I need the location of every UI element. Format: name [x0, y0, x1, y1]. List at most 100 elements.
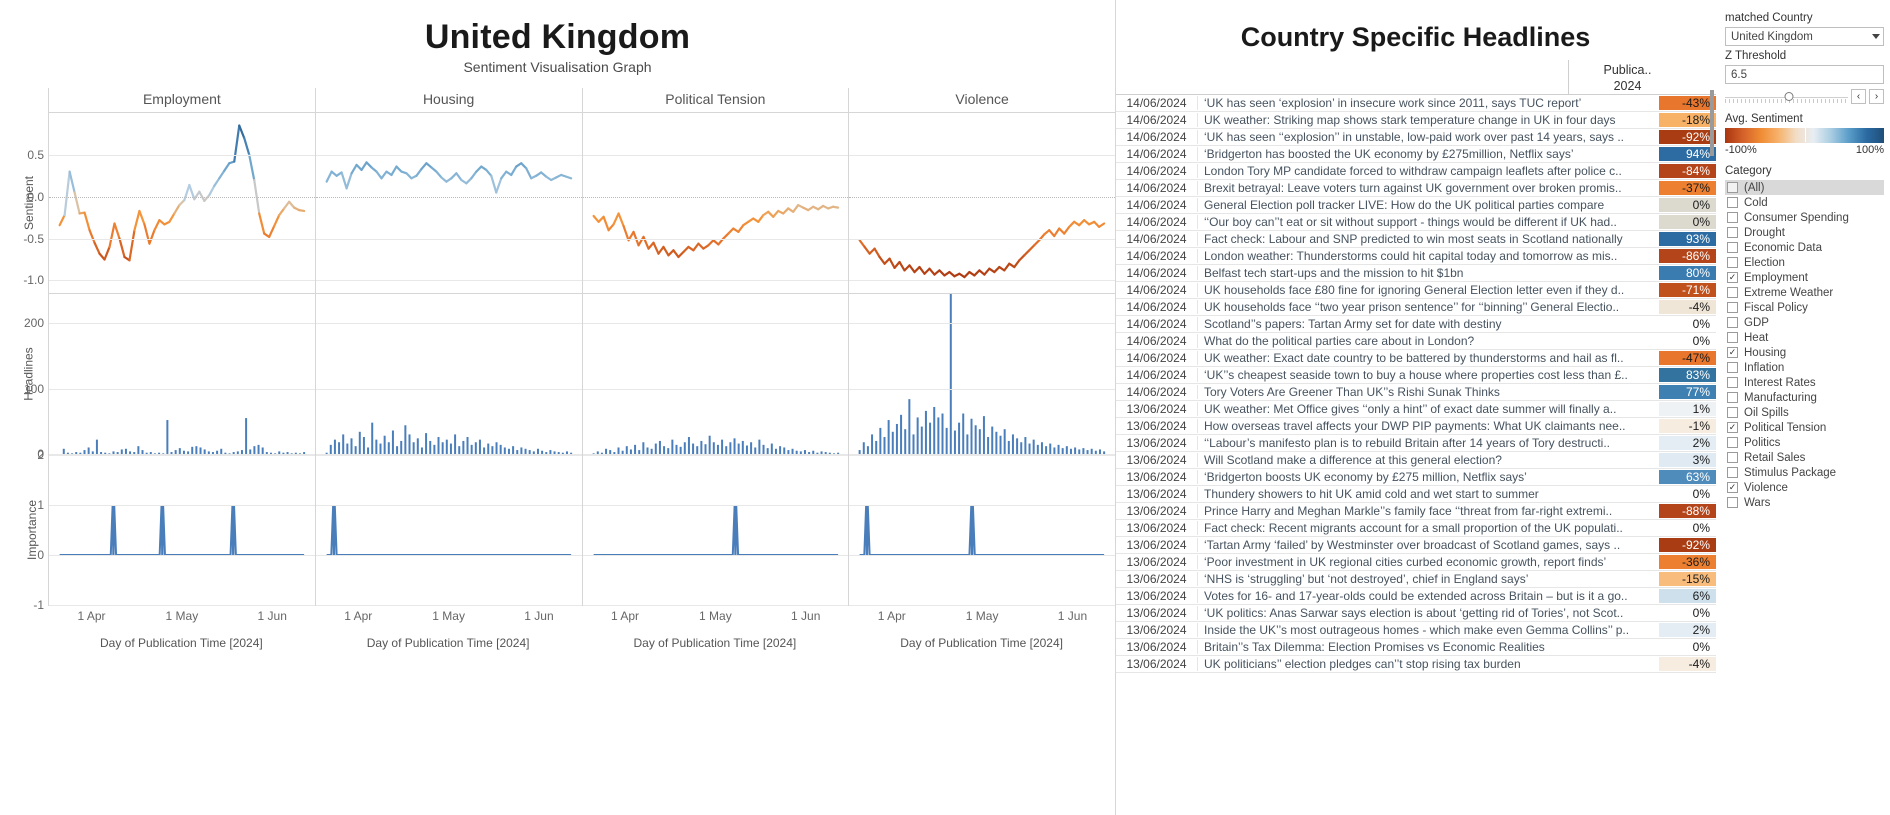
checkbox-icon[interactable] [1727, 437, 1738, 448]
category-item-oil-spills[interactable]: Oil Spills [1725, 405, 1884, 420]
table-row[interactable]: 14/06/2024 UK weather: Striking map shows… [1116, 112, 1716, 129]
category-item-retail-sales[interactable]: Retail Sales [1725, 450, 1884, 465]
checkbox-icon[interactable] [1727, 422, 1738, 433]
checkbox-icon[interactable] [1727, 452, 1738, 463]
table-row[interactable]: 13/06/2024 Thundery showers to hit UK ami… [1116, 486, 1716, 503]
table-row[interactable]: 13/06/2024 ‘‘Labour’s manifesto plan is t… [1116, 435, 1716, 452]
country-dropdown[interactable]: United Kingdom [1725, 27, 1884, 46]
category-item-violence[interactable]: Violence [1725, 480, 1884, 495]
table-row[interactable]: 13/06/2024 Britain’’s Tax Dilemma: Electi… [1116, 639, 1716, 656]
table-row[interactable]: 14/06/2024 Brexit betrayal: Leave voters … [1116, 180, 1716, 197]
table-row[interactable]: 13/06/2024 ‘Tartan Army ‘failed’ by Westm… [1116, 537, 1716, 554]
checkbox-icon[interactable] [1727, 392, 1738, 403]
category-item-gdp[interactable]: GDP [1725, 315, 1884, 330]
category-item-stimulus-package[interactable]: Stimulus Package [1725, 465, 1884, 480]
category-item-politics[interactable]: Politics [1725, 435, 1884, 450]
chart-importance-employment[interactable] [48, 455, 315, 606]
slider-next-button[interactable]: › [1869, 89, 1884, 104]
table-row[interactable]: 14/06/2024 Tory Voters Are Greener Than U… [1116, 384, 1716, 401]
slider-knob[interactable] [1784, 91, 1794, 101]
table-row[interactable]: 14/06/2024 ‘UK has seen ‘explosion’ in in… [1116, 95, 1716, 112]
checkbox-icon[interactable] [1727, 257, 1738, 268]
checkbox-icon[interactable] [1727, 197, 1738, 208]
table-row[interactable]: 14/06/2024 London Tory MP candidate force… [1116, 163, 1716, 180]
table-row[interactable]: 14/06/2024 ‘UK’’s cheapest seaside town t… [1116, 367, 1716, 384]
checkbox-icon[interactable] [1727, 242, 1738, 253]
checkbox-icon[interactable] [1727, 182, 1738, 193]
table-row[interactable]: 13/06/2024 UK politicians’’ election pled… [1116, 656, 1716, 673]
table-row[interactable]: 14/06/2024 UK households face £80 fine fo… [1116, 282, 1716, 299]
checkbox-icon[interactable] [1727, 467, 1738, 478]
table-row[interactable]: 14/06/2024 London weather: Thunderstorms … [1116, 248, 1716, 265]
table-row[interactable]: 13/06/2024 How overseas travel affects yo… [1116, 418, 1716, 435]
category-item-election[interactable]: Election [1725, 255, 1884, 270]
table-row[interactable]: 14/06/2024 General Election poll tracker … [1116, 197, 1716, 214]
checkbox-icon[interactable] [1727, 347, 1738, 358]
category-item-employment[interactable]: Employment [1725, 270, 1884, 285]
table-row[interactable]: 14/06/2024 ‘Bridgerton has boosted the UK… [1116, 146, 1716, 163]
table-row[interactable]: 13/06/2024 ‘Poor investment in UK regiona… [1116, 554, 1716, 571]
chart-headlines-employment[interactable] [48, 294, 315, 455]
z-threshold-slider[interactable] [1725, 90, 1848, 104]
checkbox-icon[interactable] [1727, 407, 1738, 418]
table-row[interactable]: 14/06/2024 UK weather: Exact date country… [1116, 350, 1716, 367]
slider-prev-button[interactable]: ‹ [1851, 89, 1866, 104]
chart-importance-violence[interactable] [848, 455, 1115, 606]
table-row[interactable]: 13/06/2024 UK weather: Met Office gives ‘… [1116, 401, 1716, 418]
category-item-all[interactable]: (All) [1725, 180, 1884, 195]
chart-sentiment-political-tension[interactable] [581, 113, 849, 293]
category-item-political-tension[interactable]: Political Tension [1725, 420, 1884, 435]
checkbox-icon[interactable] [1727, 227, 1738, 238]
category-item-housing[interactable]: Housing [1725, 345, 1884, 360]
y-tick-headlines: 100 [23, 381, 44, 396]
table-row[interactable]: 14/06/2024 ‘‘Our boy can’’t eat or sit wi… [1116, 214, 1716, 231]
checkbox-icon[interactable] [1727, 377, 1738, 388]
category-item-consumer-spending[interactable]: Consumer Spending [1725, 210, 1884, 225]
chart-importance-housing[interactable] [314, 455, 582, 606]
cell-publication-date: 13/06/2024 [1116, 572, 1198, 586]
table-row[interactable]: 14/06/2024 UK households face ‘‘two year … [1116, 299, 1716, 316]
checkbox-icon[interactable] [1727, 332, 1738, 343]
table-row[interactable]: 13/06/2024 ‘UK politics: Anas Sarwar says… [1116, 605, 1716, 622]
table-row[interactable]: 14/06/2024 ‘UK has seen ‘‘explosion’’ in … [1116, 129, 1716, 146]
table-row[interactable]: 14/06/2024 What do the political parties … [1116, 333, 1716, 350]
table-row[interactable]: 14/06/2024 Scotland’’s papers: Tartan Arm… [1116, 316, 1716, 333]
checkbox-icon[interactable] [1727, 212, 1738, 223]
table-row[interactable]: 13/06/2024 Inside the UK’’s most outrageo… [1116, 622, 1716, 639]
chart-sentiment-employment[interactable] [48, 113, 315, 293]
category-item-heat[interactable]: Heat [1725, 330, 1884, 345]
chart-importance-political-tension[interactable] [581, 455, 849, 606]
checkbox-icon[interactable] [1727, 272, 1738, 283]
table-row[interactable]: 13/06/2024 Will Scotland make a differenc… [1116, 452, 1716, 469]
checkbox-icon[interactable] [1727, 497, 1738, 508]
category-item-drought[interactable]: Drought [1725, 225, 1884, 240]
table-row[interactable]: 13/06/2024 Votes for 16- and 17-year-olds… [1116, 588, 1716, 605]
category-item-extreme-weather[interactable]: Extreme Weather [1725, 285, 1884, 300]
gridline [49, 196, 315, 198]
checkbox-icon[interactable] [1727, 482, 1738, 493]
checkbox-icon[interactable] [1727, 287, 1738, 298]
table-row[interactable]: 14/06/2024 Belfast tech start-ups and the… [1116, 265, 1716, 282]
checkbox-icon[interactable] [1727, 362, 1738, 373]
table-scrollbar-thumb[interactable] [1710, 90, 1714, 156]
category-item-interest-rates[interactable]: Interest Rates [1725, 375, 1884, 390]
z-threshold-input[interactable]: 6.5 [1725, 65, 1884, 84]
table-row[interactable]: 13/06/2024 Fact check: Recent migrants ac… [1116, 520, 1716, 537]
table-row[interactable]: 13/06/2024 ‘Bridgerton boosts UK economy … [1116, 469, 1716, 486]
category-item-inflation[interactable]: Inflation [1725, 360, 1884, 375]
chart-sentiment-violence[interactable] [848, 113, 1115, 293]
chart-headlines-housing[interactable] [314, 294, 582, 455]
checkbox-icon[interactable] [1727, 317, 1738, 328]
chart-headlines-political-tension[interactable] [581, 294, 849, 455]
category-item-manufacturing[interactable]: Manufacturing [1725, 390, 1884, 405]
category-item-cold[interactable]: Cold [1725, 195, 1884, 210]
category-item-wars[interactable]: Wars [1725, 495, 1884, 510]
category-item-economic-data[interactable]: Economic Data [1725, 240, 1884, 255]
category-item-fiscal-policy[interactable]: Fiscal Policy [1725, 300, 1884, 315]
chart-headlines-violence[interactable] [848, 294, 1115, 455]
chart-sentiment-housing[interactable] [314, 113, 582, 293]
table-row[interactable]: 13/06/2024 Prince Harry and Meghan Markle… [1116, 503, 1716, 520]
checkbox-icon[interactable] [1727, 302, 1738, 313]
table-row[interactable]: 13/06/2024 ‘NHS is ‘struggling’ but ‘not … [1116, 571, 1716, 588]
table-row[interactable]: 14/06/2024 Fact check: Labour and SNP pre… [1116, 231, 1716, 248]
